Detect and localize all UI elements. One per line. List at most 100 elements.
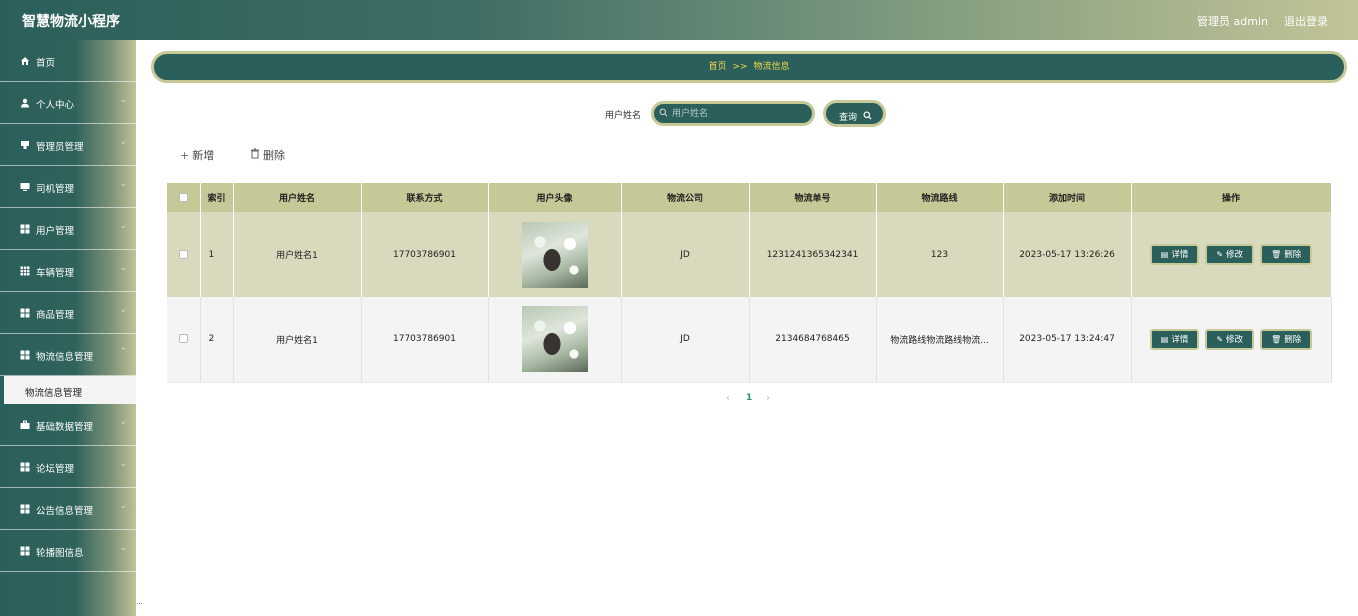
add-button[interactable]: + 新增 [180, 147, 214, 163]
breadcrumb: 首页 >> 物流信息 [151, 51, 1347, 83]
detail-button[interactable]: ▤ 详情 [1149, 244, 1200, 265]
sidebar-item-label: 管理员管理 [36, 142, 84, 153]
sidebar-subitem-label: 物流信息管理 [25, 388, 83, 399]
chevron-down-icon: ⌄ [119, 417, 127, 427]
detail-button[interactable]: ▤ 详情 [1149, 328, 1200, 350]
cell-index: 2 [200, 297, 234, 383]
chevron-down-icon: ⌄ [119, 263, 127, 273]
cell-phone: 17703786901 [361, 212, 489, 297]
pencil-icon: ✎ [1216, 250, 1224, 259]
sidebar-item-logistics-management[interactable]: 物流信息管理 ⌃ [0, 334, 136, 376]
admin-icon [21, 141, 29, 149]
search-icon [863, 111, 872, 120]
grid-icon [20, 224, 30, 234]
pencil-icon: ✎ [1216, 334, 1224, 344]
user-icon [21, 98, 29, 108]
row-delete-button[interactable]: 🗑 删除 [1260, 244, 1313, 265]
sidebar-item-label: 车辆管理 [36, 268, 75, 279]
cell-route: 123 [876, 212, 1004, 297]
sidebar-item-vehicle-management[interactable]: 车辆管理 ⌄ [0, 250, 136, 292]
sidebar-item-user-management[interactable]: 用户管理 ⌄ [0, 208, 136, 250]
trash-icon: 🗑 [1271, 250, 1282, 259]
table-header-row: 索引 用户姓名 联系方式 用户头像 物流公司 物流单号 物流路线 添加时间 操作 [167, 183, 1332, 212]
column-header: 用户头像 [488, 183, 622, 212]
cell-actions: ▤ 详情 ✎ 修改 🗑 删除 [1131, 212, 1332, 297]
document-icon: ▤ [1160, 250, 1169, 259]
row-delete-button-label: 删除 [1284, 250, 1302, 260]
cell-tracking-no: 1231241365342341 [749, 212, 877, 297]
edit-button-label: 修改 [1226, 250, 1244, 260]
chevron-down-icon: ⌄ [119, 543, 127, 553]
cell-avatar [488, 212, 622, 297]
cell-company: JD [621, 212, 750, 297]
next-page-button[interactable]: › [766, 393, 770, 404]
sidebar-item-label: 论坛管理 [36, 464, 75, 475]
sidebar-item-label: 轮播图信息 [36, 548, 84, 559]
sidebar-item-label: 基础数据管理 [36, 422, 94, 433]
logout-link[interactable]: 退出登录 [1284, 13, 1328, 29]
row-delete-button[interactable]: 🗑 删除 [1260, 328, 1313, 350]
document-icon: ▤ [1160, 334, 1169, 344]
monitor-icon [20, 183, 30, 191]
sidebar-item-label: 商品管理 [36, 310, 75, 321]
search-icon [659, 108, 668, 117]
home-icon [21, 57, 29, 65]
select-all-checkbox[interactable] [178, 192, 188, 202]
search-button[interactable]: 查询 [823, 100, 886, 127]
sidebar-subitem-logistics-info[interactable]: 物流信息管理 [4, 376, 136, 404]
page-number-current[interactable]: 1 [746, 393, 752, 403]
column-header: 操作 [1131, 183, 1332, 212]
cell-actions: ▤ 详情 ✎ 修改 🗑 删除 [1131, 297, 1332, 383]
chevron-down-icon: ⌄ [119, 137, 127, 147]
row-checkbox[interactable] [178, 334, 188, 344]
sidebar-item-base-data-management[interactable]: 基础数据管理 ⌄ [0, 404, 136, 446]
select-all-cell[interactable] [167, 183, 201, 212]
column-header: 物流路线 [876, 183, 1004, 212]
column-header: 物流公司 [621, 183, 750, 212]
row-select-cell[interactable] [167, 297, 201, 383]
sidebar-item-home[interactable]: 首页 [0, 40, 136, 82]
edit-button[interactable]: ✎ 修改 [1205, 328, 1255, 350]
column-header: 用户姓名 [233, 183, 362, 212]
sidebar-item-label: 公告信息管理 [36, 506, 94, 517]
grid-icon [20, 350, 30, 360]
cell-name: 用户姓名1 [233, 212, 362, 297]
grid-icon [20, 462, 30, 472]
sidebar-item-carousel-info[interactable]: 轮播图信息 ⌄ [0, 530, 136, 572]
chevron-down-icon: ⌄ [119, 179, 127, 189]
sidebar-item-admin-management[interactable]: 管理员管理 ⌄ [0, 124, 136, 166]
chevron-down-icon: ⌄ [119, 459, 127, 469]
search-button-label: 查询 [839, 113, 858, 123]
prev-page-button[interactable]: ‹ [726, 393, 730, 404]
sidebar-item-driver-management[interactable]: 司机管理 ⌄ [0, 166, 136, 208]
avatar[interactable] [521, 306, 588, 373]
app-title: 智慧物流小程序 [22, 14, 120, 30]
cell-created: 2023-05-17 13:26:26 [1003, 212, 1132, 297]
breadcrumb-separator: >> [732, 62, 748, 72]
cell-phone: 17703786901 [361, 297, 489, 383]
sidebar: 首页 个人中心 ⌄ 管理员管理 ⌄ 司机管理 ⌄ 用户管理 ⌄ 车辆管理 ⌄ 商… [0, 40, 136, 616]
column-header: 物流单号 [749, 183, 877, 212]
cell-index: 1 [200, 212, 234, 297]
sidebar-item-label: 个人中心 [36, 100, 75, 111]
search-input[interactable] [672, 106, 807, 121]
row-checkbox[interactable] [178, 249, 188, 259]
sidebar-item-personal-center[interactable]: 个人中心 ⌄ [0, 82, 136, 124]
avatar[interactable] [521, 221, 588, 288]
delete-button[interactable]: 删除 [250, 147, 285, 163]
edit-button[interactable]: ✎ 修改 [1205, 244, 1255, 265]
admin-user-label: 管理员 admin [1197, 15, 1268, 28]
sidebar-item-forum-management[interactable]: 论坛管理 ⌄ [0, 446, 136, 488]
column-header: 索引 [200, 183, 234, 212]
sidebar-item-notice-management[interactable]: 公告信息管理 ⌄ [0, 488, 136, 530]
breadcrumb-home[interactable]: 首页 [708, 62, 726, 72]
chevron-up-icon: ⌃ [119, 347, 127, 357]
add-button-label: 新增 [192, 149, 215, 162]
top-bar: 智慧物流小程序 管理员 admin 退出登录 [0, 0, 1358, 40]
sidebar-item-product-management[interactable]: 商品管理 ⌄ [0, 292, 136, 334]
delete-button-label: 删除 [263, 149, 285, 162]
row-select-cell[interactable] [167, 212, 201, 297]
column-header: 联系方式 [361, 183, 489, 212]
cell-name: 用户姓名1 [233, 297, 362, 383]
search-label: 用户姓名 [605, 111, 642, 121]
